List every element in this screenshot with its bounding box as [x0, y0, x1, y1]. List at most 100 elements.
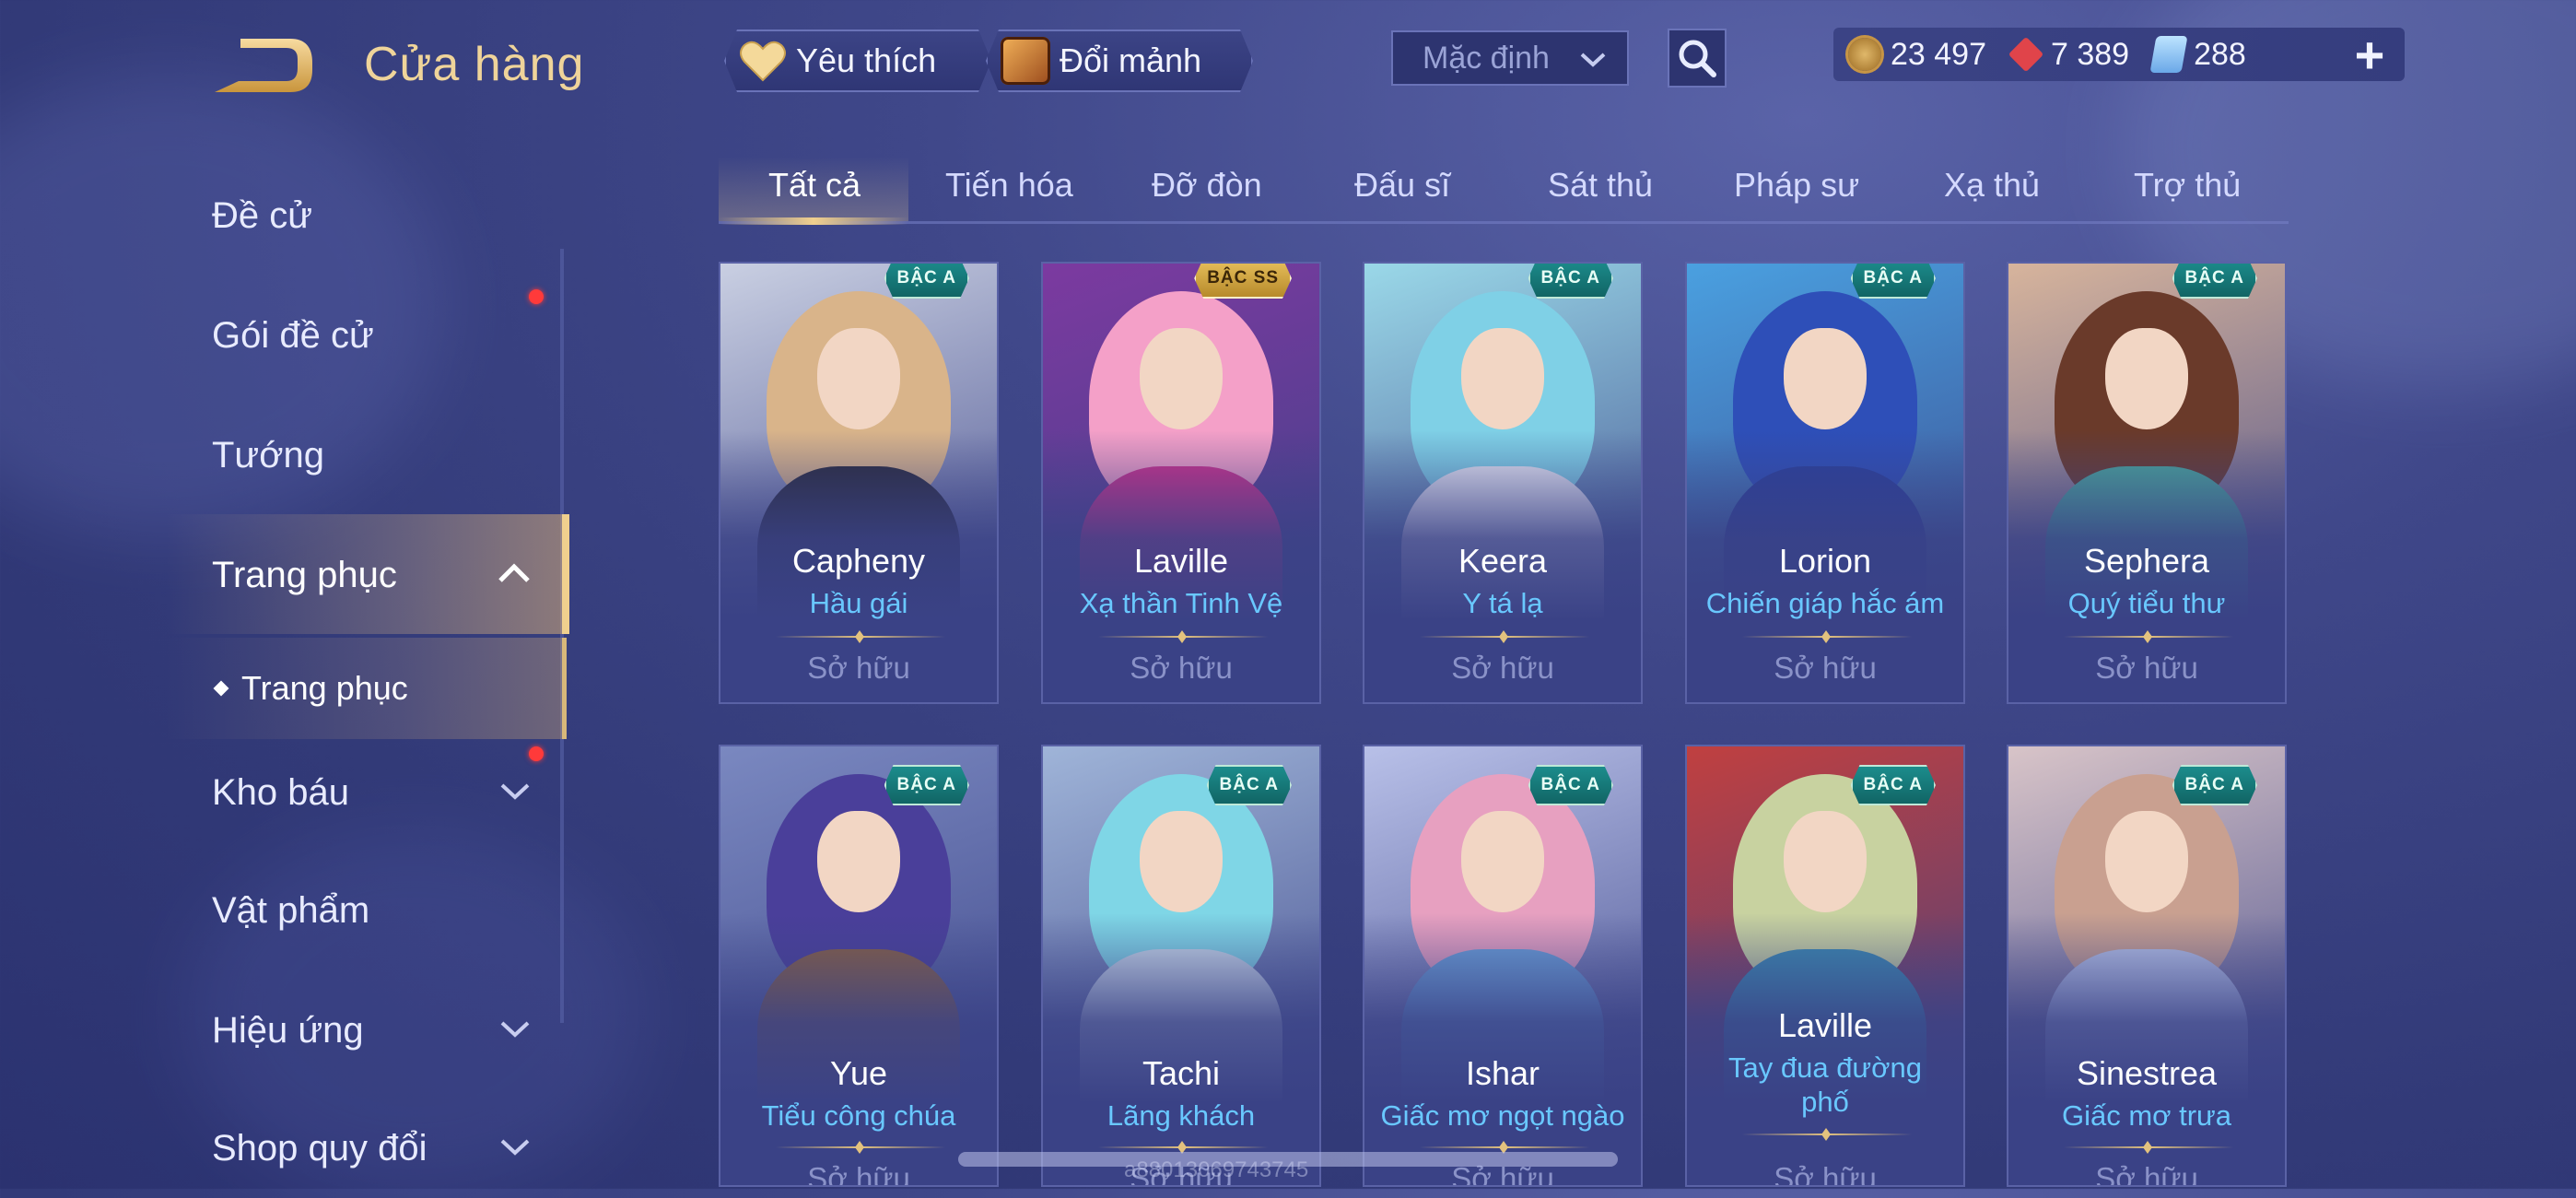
tab-all[interactable]: Tất cả: [768, 166, 861, 205]
sidebar-item-heroes[interactable]: Tướng: [212, 435, 324, 476]
sidebar-item-treasure[interactable]: Kho báu: [212, 772, 530, 814]
gold-balance: 23 497: [1848, 37, 1986, 73]
tier-badge: BẬC A: [1528, 262, 1613, 299]
tab-assassin[interactable]: Sát thủ: [1548, 166, 1653, 205]
tier-badge: BẬC A: [1851, 765, 1936, 805]
chevron-down-icon: [500, 783, 530, 800]
hero-name: Capheny: [791, 542, 926, 580]
card-divider: [1098, 1146, 1268, 1148]
sidebar-item-exchange-shop[interactable]: Shop quy đổi: [212, 1128, 530, 1169]
tier-badge: BẬC A: [1528, 765, 1613, 805]
hero-name: Sinestrea: [2076, 1054, 2218, 1092]
chevron-up-icon: [498, 563, 530, 582]
voucher-icon: [2149, 36, 2188, 73]
sidebar-item-skins[interactable]: Trang phục: [166, 514, 569, 634]
sidebar-item-recommended[interactable]: Đề cử: [212, 195, 312, 237]
tier-badge: BẬC A: [884, 765, 969, 805]
hero-name: Ishar: [1465, 1054, 1540, 1092]
voucher-balance: 288: [2149, 36, 2246, 73]
ownership-status: Sở hữu: [807, 1161, 910, 1187]
notification-dot: [529, 289, 544, 304]
back-arrow-icon: [215, 39, 312, 92]
card-divider: [1420, 636, 1589, 638]
hero-name: Yue: [829, 1054, 888, 1092]
skin-card[interactable]: BẬC A Capheny Hầu gái Sở hữu: [719, 262, 999, 704]
chevron-down-icon: [500, 1021, 530, 1038]
currency-bar: 23 497 7 389 288: [1833, 28, 2405, 81]
card-divider: [776, 1146, 945, 1148]
sidebar-item-recommended-packs[interactable]: Gói đề cử: [212, 315, 374, 357]
sidebar-item-items[interactable]: Vật phẩm: [212, 890, 369, 932]
sort-dropdown[interactable]: Mặc định: [1391, 30, 1629, 86]
ownership-status: Sở hữu: [1451, 651, 1554, 685]
skin-card[interactable]: BẬC A Tachi Lãng khách Sở hữu: [1041, 745, 1321, 1187]
tab-marksman[interactable]: Xạ thủ: [1944, 166, 2040, 205]
skin-card[interactable]: BẬC SS Laville Xạ thần Tinh Vệ Sở hữu: [1041, 262, 1321, 704]
skin-card[interactable]: BẬC A Ishar Giấc mơ ngọt ngào Sở hữu: [1363, 745, 1643, 1187]
tab-evolution[interactable]: Tiến hóa: [945, 166, 1073, 205]
chevron-down-icon: [500, 1139, 530, 1156]
sidebar-divider: [560, 249, 564, 1023]
sidebar-item-label: Kho báu: [212, 772, 350, 813]
bullet-diamond-icon: [213, 680, 229, 697]
card-divider: [1742, 1133, 1912, 1135]
tab-support[interactable]: Trợ thủ: [2134, 166, 2241, 205]
ownership-status: Sở hữu: [807, 651, 910, 685]
skin-grid: BẬC A Capheny Hầu gái Sở hữu BẬC SS Lavi…: [719, 262, 2289, 1189]
skin-name: Tay đua đường phố: [1728, 1051, 1922, 1118]
sidebar-subitem-skins[interactable]: Trang phục: [166, 638, 567, 739]
tabs-divider: [719, 221, 2289, 224]
card-divider: [776, 636, 945, 638]
hero-name: Sephera: [2083, 542, 2210, 580]
ownership-status: Sở hữu: [1774, 1161, 1877, 1187]
sidebar-item-label: Trang phục: [212, 555, 397, 595]
ownership-status: Sở hữu: [2095, 1161, 2198, 1187]
skin-name: Giấc mơ trưa: [2061, 1099, 2232, 1132]
sidebar-subitem-label: Trang phục: [241, 669, 408, 707]
skin-card[interactable]: BẬC A Sinestrea Giấc mơ trưa Sở hữu: [2007, 745, 2287, 1187]
sidebar-item-label: Tướng: [212, 435, 324, 476]
skin-name: Y tá lạ: [1462, 587, 1543, 619]
tier-badge: BẬC A: [2172, 262, 2257, 299]
skin-card[interactable]: BẬC A Laville Tay đua đường phố Sở hữu: [1685, 745, 1965, 1187]
ownership-status: Sở hữu: [2095, 651, 2198, 685]
add-currency-button[interactable]: +: [2342, 26, 2397, 84]
back-button[interactable]: [207, 33, 318, 100]
heart-icon: [739, 40, 787, 82]
exchange-shards-button[interactable]: Đổi mảnh: [986, 29, 1253, 92]
voucher-value: 288: [2194, 36, 2246, 72]
ruby-balance: 7 389: [2008, 36, 2130, 73]
hero-name: Laville: [1133, 542, 1229, 580]
card-divider: [1098, 636, 1268, 638]
tab-tank[interactable]: Đỡ đòn: [1152, 166, 1262, 205]
tab-fighter[interactable]: Đấu sĩ: [1354, 166, 1450, 205]
skin-card[interactable]: BẬC A Sephera Quý tiểu thư Sở hữu: [2007, 262, 2287, 704]
card-divider: [1742, 636, 1912, 638]
gold-coin-icon: [1848, 38, 1881, 71]
sidebar-item-label: Hiệu ứng: [212, 1010, 364, 1051]
tab-mage[interactable]: Pháp sư: [1734, 166, 1859, 205]
treasure-chest-icon: [1001, 37, 1050, 85]
gold-value: 23 497: [1891, 36, 1986, 72]
skin-name: Chiến giáp hắc ám: [1705, 587, 1945, 619]
skin-name: Tiểu công chúa: [761, 1099, 956, 1132]
sidebar-item-label: Shop quy đổi: [212, 1128, 427, 1169]
sidebar-item-effects[interactable]: Hiệu ứng: [212, 1010, 530, 1051]
skin-name: Hầu gái: [809, 587, 908, 619]
skin-card[interactable]: BẬC A Yue Tiểu công chúa Sở hữu: [719, 745, 999, 1187]
tier-badge: BẬC A: [884, 262, 969, 299]
page-title: Cửa hàng: [364, 38, 585, 91]
card-divider: [2064, 1146, 2233, 1148]
skin-name: Giấc mơ ngọt ngào: [1380, 1099, 1625, 1132]
notification-dot: [529, 746, 544, 761]
ruby-value: 7 389: [2051, 36, 2130, 72]
hero-name: Lorion: [1778, 542, 1872, 580]
ownership-status: Sở hữu: [1774, 651, 1877, 685]
hero-name: Keera: [1458, 542, 1548, 580]
favorites-button[interactable]: Yêu thích: [724, 29, 991, 92]
skin-card[interactable]: BẬC A Keera Y tá lạ Sở hữu: [1363, 262, 1643, 704]
skin-card[interactable]: BẬC A Lorion Chiến giáp hắc ám Sở hữu: [1685, 262, 1965, 704]
tier-badge: BẬC SS: [1194, 262, 1292, 299]
sidebar-item-label: Gói đề cử: [212, 315, 374, 356]
search-button[interactable]: [1668, 29, 1727, 88]
